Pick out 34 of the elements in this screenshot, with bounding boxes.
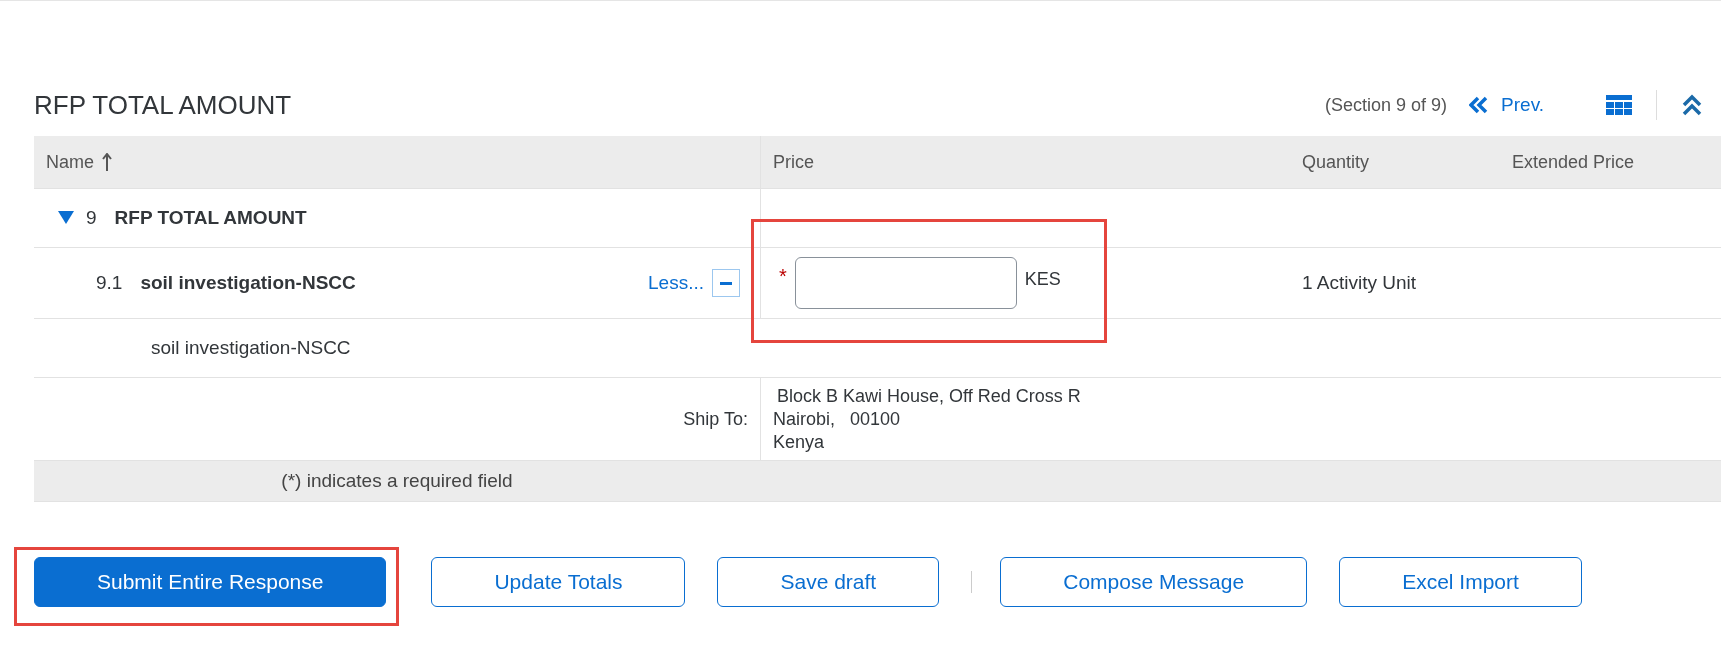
collapse-icon[interactable] <box>1681 94 1703 116</box>
address-line: Nairobi, 00100 <box>773 407 901 431</box>
ship-to-label: Ship To: <box>683 407 748 431</box>
column-header[interactable]: Quantity <box>1302 151 1370 173</box>
item-description: soil investigation-NSCC <box>151 337 351 359</box>
section-position: (Section 9 of 9) <box>1325 94 1448 116</box>
collapse-button[interactable] <box>712 269 740 297</box>
required-field-note: (*) indicates a required field <box>281 470 513 492</box>
required-mark: * <box>779 264 787 288</box>
table-view-icon[interactable] <box>1606 95 1632 115</box>
column-header[interactable]: Price <box>773 151 814 173</box>
price-field[interactable] <box>794 257 1017 309</box>
action-button[interactable]: Compose Message <box>1000 557 1308 607</box>
item-name: soil investigation-NSCC <box>140 272 357 294</box>
sort-ascending-icon <box>102 153 112 171</box>
action-button[interactable]: Submit Entire Response <box>34 557 387 607</box>
quantity-value: 1 Activity Unit <box>1302 272 1417 294</box>
less-link[interactable]: Less... <box>648 272 704 294</box>
action-button[interactable]: Excel Import <box>1339 557 1582 607</box>
group-number: 9 <box>86 207 97 229</box>
item-number: 9.1 <box>96 272 123 294</box>
group-title: RFP TOTAL AMOUNT <box>114 207 307 229</box>
double-chevron-left-icon <box>1469 96 1490 114</box>
action-button[interactable]: Save draft <box>717 557 940 607</box>
currency-label: KES <box>1024 268 1061 290</box>
column-header[interactable]: Extended Price <box>1512 151 1635 173</box>
minus-icon <box>720 281 732 285</box>
address-line: Kenya <box>773 430 825 454</box>
address-line: Block B Kawi House, Off Red Cross R <box>776 384 1081 408</box>
action-button[interactable]: Update Totals <box>431 557 686 607</box>
expand-triangle-icon[interactable] <box>58 211 74 225</box>
prev-link[interactable]: Prev. <box>1469 94 1544 116</box>
section-title: RFP TOTAL AMOUNT <box>34 89 293 121</box>
column-header[interactable]: Name <box>46 151 112 173</box>
